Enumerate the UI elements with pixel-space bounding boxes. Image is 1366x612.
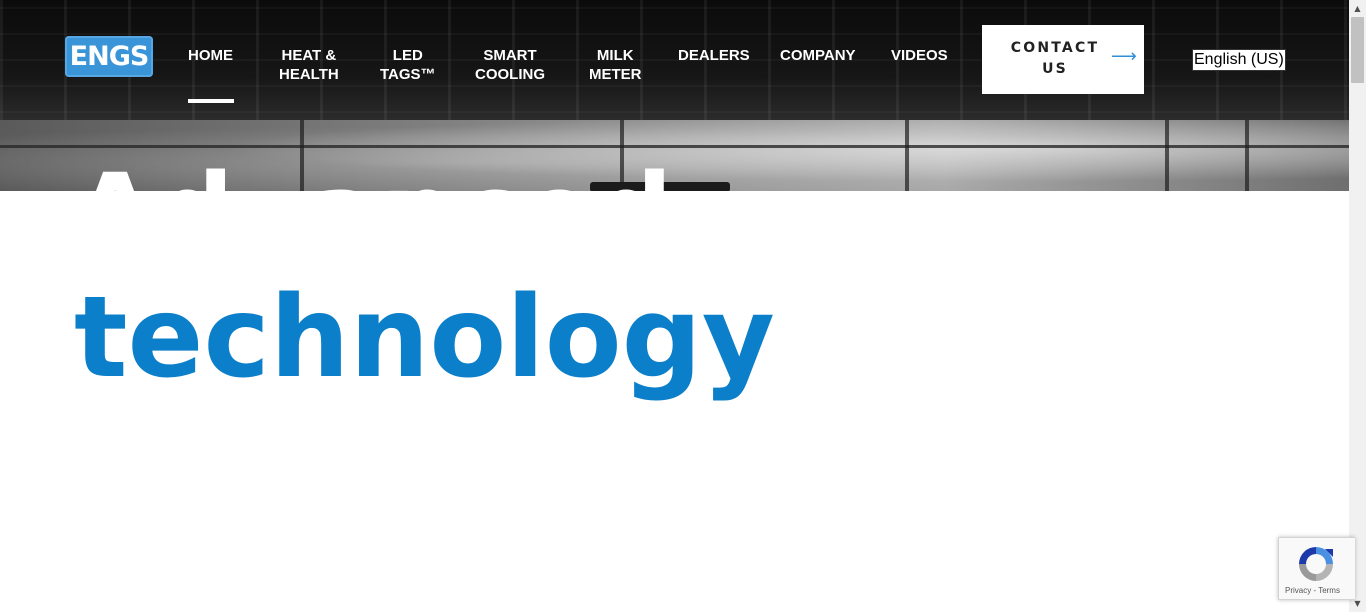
hero-post	[905, 120, 909, 191]
hero-post	[1165, 120, 1169, 191]
contact-us-label: CONTACT US	[1010, 40, 1100, 77]
nav-item-dealers[interactable]: DEALERS	[678, 46, 750, 65]
recaptcha-badge[interactable]: Privacy - Terms	[1278, 537, 1355, 600]
hero-heading-partial: Advanced	[74, 160, 675, 192]
nav-item-led-tags[interactable]: LED TAGS™	[380, 46, 436, 84]
recaptcha-icon	[1299, 547, 1333, 581]
nav-active-indicator	[188, 99, 234, 103]
nav-item-smart-cooling[interactable]: SMART COOLING	[475, 46, 545, 84]
nav-item-home[interactable]: HOME	[188, 46, 233, 65]
contact-us-button[interactable]: CONTACT US ⟶	[982, 25, 1144, 94]
engs-logo[interactable]: ENGS	[65, 36, 153, 77]
site-header: ENGS HOME HEAT & HEALTH LED TAGS™ SMART …	[0, 0, 1349, 120]
page-scrollbar[interactable]: ▲ ▼	[1349, 0, 1366, 612]
nav-item-heat-health[interactable]: HEAT & HEALTH	[279, 46, 339, 84]
language-select[interactable]: English (US)	[1192, 49, 1286, 71]
recaptcha-links[interactable]: Privacy - Terms	[1285, 586, 1340, 595]
scrollbar-thumb[interactable]	[1351, 17, 1364, 83]
hero-headline: technology	[74, 273, 775, 403]
scroll-up-arrow-icon[interactable]: ▲	[1349, 0, 1366, 17]
logo-text: ENGS	[69, 41, 150, 72]
hero-rail	[0, 145, 1349, 148]
nav-item-company[interactable]: COMPANY	[780, 46, 856, 65]
nav-item-videos[interactable]: VIDEOS	[891, 46, 948, 65]
arrow-right-icon: ⟶	[1111, 46, 1137, 67]
hero-post	[1245, 120, 1249, 191]
nav-item-milk-meter[interactable]: MILK METER	[589, 46, 642, 84]
